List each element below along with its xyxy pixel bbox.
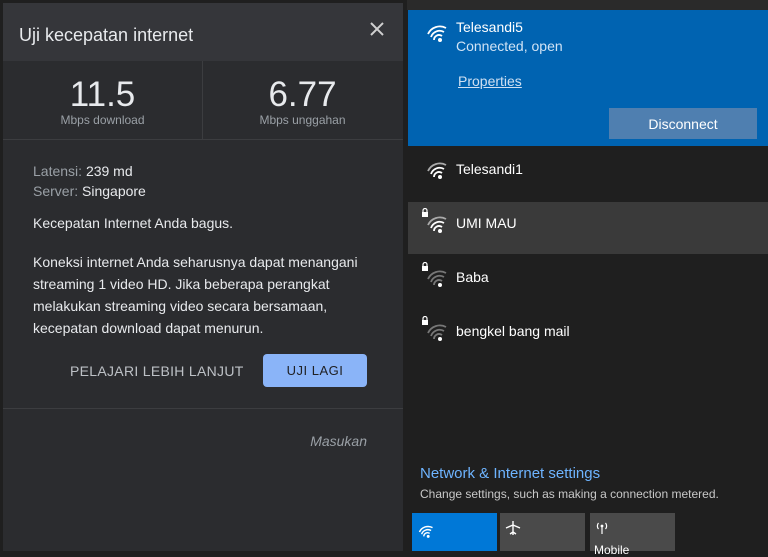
connection-status: Connected, open [456, 38, 563, 54]
close-icon[interactable] [367, 19, 387, 39]
server-label: Server: [33, 183, 79, 199]
server-row: Server: Singapore [33, 181, 373, 201]
tile-label: Mobile [594, 543, 630, 557]
wifi-signal-icon [427, 324, 447, 341]
speed-verdict: Kecepatan Internet Anda bagus. [33, 215, 234, 231]
upload-result: 6.77 Mbps unggahan [203, 61, 402, 139]
wifi-icon [418, 525, 433, 538]
wifi-signal-icon [427, 162, 447, 179]
airplane-icon [505, 521, 521, 535]
wifi-icon [427, 25, 447, 42]
description-line: streaming 1 video HD. Jika beberapa pera… [33, 276, 330, 292]
description-line: Koneksi internet Anda seharusnya dapat m… [33, 254, 358, 270]
network-item[interactable]: bengkel bang mail [408, 310, 768, 362]
description-line: melakukan streaming video secara bersama… [33, 298, 328, 314]
disconnect-button[interactable]: Disconnect [609, 108, 757, 139]
wifi-signal-icon [427, 216, 447, 233]
download-result: 11.5 Mbps download [3, 61, 203, 139]
feedback-link[interactable]: Masukan [310, 433, 367, 449]
network-item[interactable]: Baba [408, 256, 768, 308]
wifi-toggle-tile[interactable] [412, 513, 497, 551]
upload-value: 6.77 [268, 75, 337, 114]
network-ssid: bengkel bang mail [456, 323, 570, 339]
network-item[interactable]: Telesandi1 [408, 146, 768, 198]
test-details: Latensi: 239 md Server: Singapore [33, 161, 373, 201]
network-item[interactable]: UMI MAU [408, 202, 768, 254]
dialog-title: Uji kecepatan internet [19, 25, 194, 45]
properties-link[interactable]: Properties [458, 73, 522, 89]
server-value: Singapore [82, 183, 146, 199]
airplane-mode-tile[interactable] [500, 513, 585, 551]
network-settings-link[interactable]: Network & Internet settings [420, 465, 600, 482]
retry-button[interactable]: UJI LAGI [263, 354, 367, 387]
speed-results: 11.5 Mbps download 6.77 Mbps unggahan [3, 61, 403, 140]
dialog-header: Uji kecepatan internet [3, 3, 403, 61]
network-ssid: Telesandi1 [456, 161, 523, 177]
learn-more-link[interactable]: PELAJARI LEBIH LANJUT [70, 363, 244, 379]
mobile-hotspot-tile[interactable]: Mobile [590, 513, 675, 557]
network-ssid: UMI MAU [456, 215, 517, 231]
latency-value: 239 md [85, 163, 133, 179]
connected-network[interactable]: Telesandi5 Connected, open Properties Di… [408, 10, 768, 146]
network-ssid: Telesandi5 [456, 19, 523, 35]
speedtest-dialog: Uji kecepatan internet 11.5 Mbps downloa… [3, 3, 403, 551]
network-flyout: Telesandi5 Connected, open Properties Di… [407, 0, 768, 557]
speed-description: Koneksi internet Anda seharusnya dapat m… [33, 251, 373, 339]
network-ssid: Baba [456, 269, 489, 285]
mobile-hotspot-icon [596, 522, 608, 534]
divider [3, 408, 403, 409]
latency-label: Latensi: [33, 163, 83, 179]
description-line: kecepatan download dapat menurun. [33, 320, 264, 336]
download-unit: Mbps download [60, 113, 145, 127]
wifi-signal-icon [427, 270, 447, 287]
network-settings-description: Change settings, such as making a connec… [420, 487, 719, 501]
latency-row: Latensi: 239 md [33, 161, 373, 181]
upload-unit: Mbps unggahan [259, 113, 346, 127]
flyout-top-edge [407, 0, 768, 10]
download-value: 11.5 [69, 75, 136, 114]
